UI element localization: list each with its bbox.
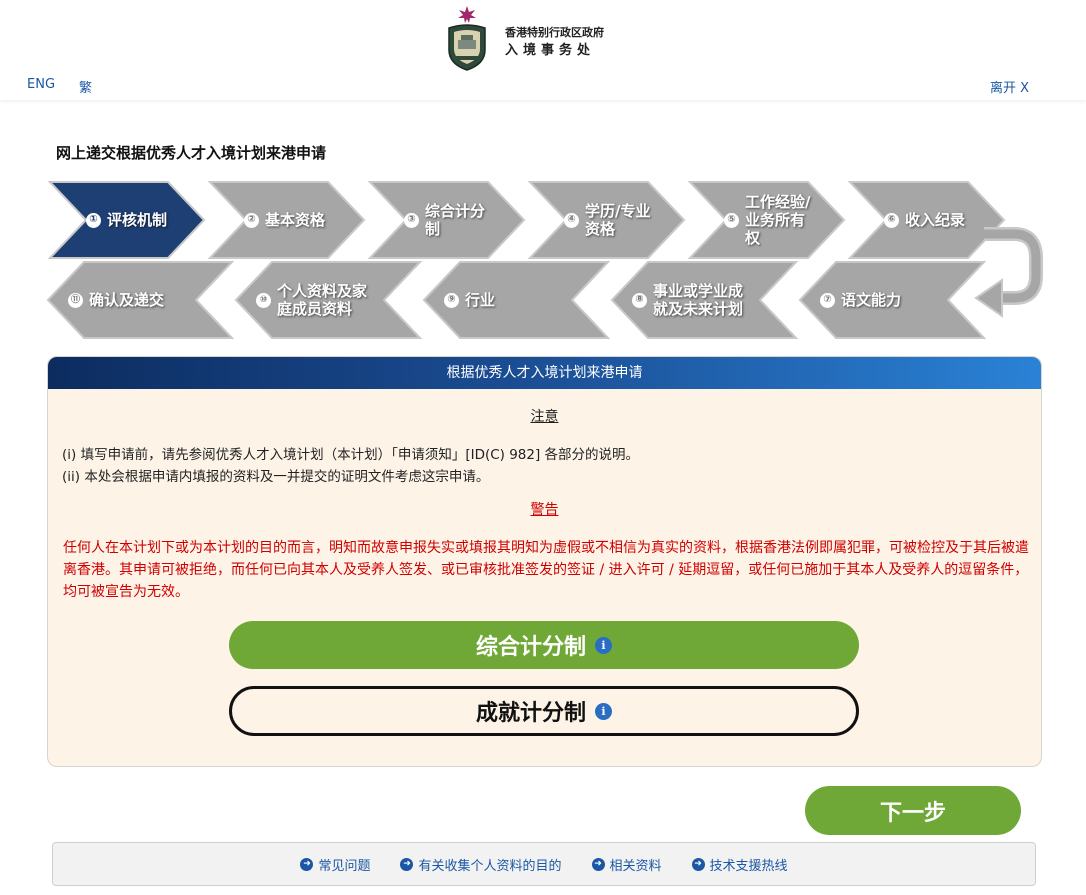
achievement-scheme-button[interactable]: 成就计分制 i: [229, 686, 859, 736]
step-label: 基本资格: [265, 211, 326, 229]
immigration-emblem-logo: [448, 6, 486, 71]
notice-item: (ii) 本处会根据申请内填报的资料及一并提交的证明文件考虑这宗申请。: [62, 469, 490, 485]
language-traditional-link[interactable]: 繁: [79, 77, 92, 96]
footer-link-privacy[interactable]: ➜ 有关收集个人资料的目的: [400, 855, 562, 874]
notice-list: (i) 填写申请前，请先参阅优秀人才入境计划（本计划）「申请须知」[ID(C) …: [62, 444, 639, 488]
step-5[interactable]: ⑤ 工作经验/业务所有权: [686, 180, 846, 260]
footer-link-label: 有关收集个人资料的目的: [418, 858, 562, 874]
department-name: 入境事务处: [505, 43, 596, 58]
step-7[interactable]: ⑦ 语文能力: [798, 260, 987, 340]
footer-link-hotline[interactable]: ➜ 技术支援热线: [691, 855, 788, 874]
arrow-right-circle-icon: ➜: [691, 857, 705, 871]
footer-link-label: 相关资料: [609, 858, 662, 874]
department-name-small: 香港特别行政区政府: [505, 26, 604, 39]
step-8[interactable]: ⑧ 事业或学业成就及未来计划: [610, 260, 799, 340]
step-1[interactable]: ① 评核机制: [46, 180, 206, 260]
step-label: 工作经验/业务所有权: [745, 193, 811, 247]
footer-link-faq[interactable]: ➜ 常见问题: [300, 855, 370, 874]
step-10[interactable]: ⑩ 个人资料及家庭成员资料: [234, 260, 423, 340]
step-label: 评核机制: [107, 211, 168, 229]
arrow-right-circle-icon: ➜: [591, 857, 605, 871]
footer-link-label: 常见问题: [318, 858, 371, 874]
points-scheme-button[interactable]: 综合计分制 i: [229, 621, 859, 669]
notice-title: 注意: [530, 409, 559, 425]
panel-heading: 根据优秀人才入境计划来港申请: [48, 357, 1041, 389]
step-label: 行业: [465, 291, 496, 309]
step-4[interactable]: ④ 学历/专业资格: [526, 180, 686, 260]
footer-link-related[interactable]: ➜ 相关资料: [591, 855, 662, 874]
arrow-right-circle-icon: ➜: [300, 857, 314, 871]
exit-link[interactable]: 离开 X: [990, 77, 1029, 96]
step-label: 事业或学业成就及未来计划: [653, 282, 744, 318]
points-scheme-label: 综合计分制: [475, 635, 586, 660]
language-english-link[interactable]: ENG: [27, 77, 55, 92]
step-label: 学历/专业资格: [585, 202, 651, 238]
step-label: 确认及递交: [89, 291, 165, 309]
page-title: 网上递交根据优秀人才入境计划来港申请: [56, 144, 327, 162]
step-11[interactable]: ⑪ 确认及递交: [46, 260, 235, 340]
step-3[interactable]: ③ 综合计分制: [366, 180, 526, 260]
info-icon[interactable]: i: [595, 636, 612, 654]
step-label: 语文能力: [841, 291, 902, 309]
arrow-right-circle-icon: ➜: [400, 857, 414, 871]
application-panel: 根据优秀人才入境计划来港申请 注意 (i) 填写申请前，请先参阅优秀人才入境计划…: [47, 356, 1042, 767]
info-icon[interactable]: i: [595, 702, 612, 720]
footer-links: ➜ 常见问题 ➜ 有关收集个人资料的目的 ➜ 相关资料 ➜ 技术支援热线: [52, 842, 1036, 886]
notice-item: (i) 填写申请前，请先参阅优秀人才入境计划（本计划）「申请须知」[ID(C) …: [62, 447, 640, 463]
warning-text: 任何人在本计划下或为本计划的目的而言，明知而故意申报失实或填报其明知为虚假或不相…: [63, 540, 1029, 600]
step-label: 综合计分制: [425, 202, 486, 238]
warning-title: 警告: [530, 502, 559, 518]
step-label: 收入纪录: [905, 211, 966, 229]
step-label: 个人资料及家庭成员资料: [277, 282, 368, 318]
step-9[interactable]: ⑨ 行业: [422, 260, 611, 340]
next-button[interactable]: 下一步: [805, 786, 1021, 835]
achievement-scheme-label: 成就计分制: [475, 701, 586, 726]
step-2[interactable]: ② 基本资格: [206, 180, 366, 260]
footer-link-label: 技术支援热线: [709, 858, 788, 874]
site-header: 香港特别行政区政府 入境事务处 ENG 繁 离开 X: [0, 0, 1086, 100]
